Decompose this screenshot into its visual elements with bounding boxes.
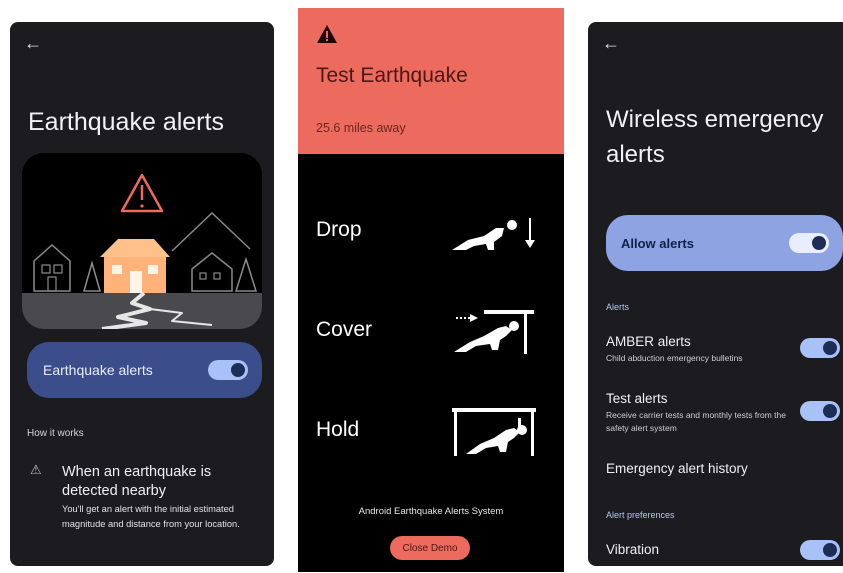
vibration-switch[interactable] bbox=[800, 540, 840, 560]
page-title: Earthquake alerts bbox=[28, 108, 224, 136]
test-earthquake-screen: Test Earthquake 25.6 miles away Drop Cov… bbox=[298, 8, 564, 572]
step-hold-label: Hold bbox=[316, 418, 360, 441]
toggle-card-label: Allow alerts bbox=[621, 235, 694, 251]
step-drop-label: Drop bbox=[316, 218, 362, 241]
section-alerts-label: Alerts bbox=[606, 302, 630, 312]
test-alerts-switch[interactable] bbox=[800, 401, 840, 421]
info-heading: When an earthquake is detected nearby bbox=[62, 464, 212, 499]
amber-alerts-sub: Child abduction emergency bulletins bbox=[606, 353, 743, 363]
alert-title: Test Earthquake bbox=[316, 64, 468, 87]
earthquake-alerts-toggle-card[interactable]: Earthquake alerts bbox=[27, 342, 262, 398]
alert-distance: 25.6 miles away bbox=[316, 121, 406, 135]
drop-pose-icon bbox=[452, 218, 535, 250]
amber-alerts-switch[interactable] bbox=[800, 338, 840, 358]
earthquake-alerts-switch[interactable] bbox=[208, 360, 248, 380]
back-arrow-icon[interactable]: ← bbox=[602, 34, 620, 52]
info-body: You'll get an alert with the initial est… bbox=[62, 504, 240, 529]
section-label: How it works bbox=[27, 428, 84, 439]
allow-alerts-toggle-card[interactable]: Allow alerts bbox=[606, 215, 843, 271]
system-name: Android Earthquake Alerts System bbox=[358, 506, 504, 517]
amber-alerts-label[interactable]: AMBER alerts bbox=[606, 334, 691, 349]
emergency-alert-history-item[interactable]: Emergency alert history bbox=[606, 461, 748, 476]
warning-filled-icon bbox=[317, 25, 337, 43]
wireless-emergency-alerts-screen: ← Wireless emergency alerts Allow alerts… bbox=[588, 22, 843, 566]
page-title: Wireless emergency alerts bbox=[606, 106, 824, 168]
close-demo-button[interactable]: Close Demo bbox=[390, 536, 470, 560]
toggle-card-label: Earthquake alerts bbox=[43, 362, 153, 378]
back-arrow-icon[interactable]: ← bbox=[24, 34, 42, 52]
test-alerts-label[interactable]: Test alerts bbox=[606, 391, 668, 406]
earthquake-alerts-screen: ← Earthquake alerts Earthquake alerts Ho… bbox=[10, 22, 274, 566]
earthquake-illustration bbox=[22, 153, 262, 329]
vibration-label[interactable]: Vibration bbox=[606, 542, 659, 557]
warning-triangle-icon: ⚠ bbox=[30, 462, 42, 477]
cover-pose-icon bbox=[454, 310, 534, 354]
test-alerts-sub: Receive carrier tests and monthly tests … bbox=[606, 410, 786, 433]
hold-pose-icon bbox=[452, 408, 536, 456]
section-preferences-label: Alert preferences bbox=[606, 510, 675, 520]
allow-alerts-switch[interactable] bbox=[789, 233, 829, 253]
step-cover-label: Cover bbox=[316, 318, 373, 341]
